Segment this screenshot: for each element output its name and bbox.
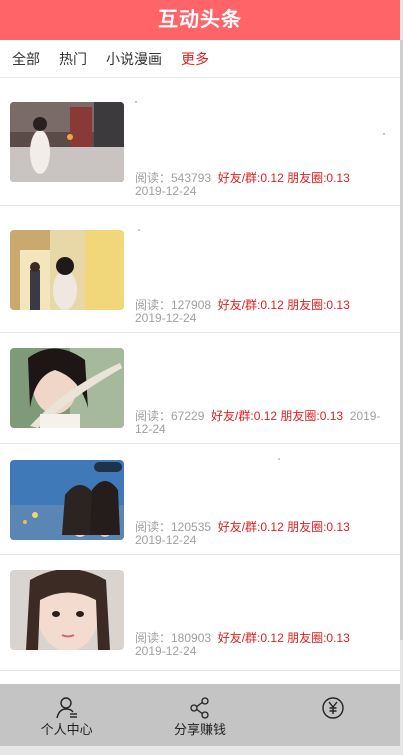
app-root: 互动头条 全部 热门 小说漫画 更多 阅读：543793 好友/群:0.12 朋… — [0, 0, 400, 755]
publish-date: 2019-12-24 — [135, 644, 197, 658]
list-item[interactable]: 阅读：120535 好友/群:0.12 朋友圈:0.13 2019-12-24 — [0, 444, 400, 555]
list-item[interactable]: 阅读：543793 好友/群:0.12 朋友圈:0.13 2019-12-24 — [0, 79, 400, 206]
nav-label-share: 分享赚钱 — [173, 722, 226, 737]
yuan-circle-icon — [321, 696, 345, 720]
read-count: 阅读：127908 — [135, 298, 212, 312]
read-count: 阅读：543793 — [135, 171, 212, 185]
article-meta: 阅读：67229 好友/群:0.12 朋友圈:0.13 2019-12-24 — [135, 410, 390, 436]
article-thumbnail[interactable] — [10, 570, 124, 650]
bottom-nav: 个人中心 分享赚钱 — [0, 684, 400, 746]
publish-date: 2019-12-24 — [135, 533, 197, 547]
nav-personal-center[interactable]: 个人中心 — [0, 684, 133, 746]
article-meta: 阅读：120535 好友/群:0.12 朋友圈:0.13 2019-12-24 — [135, 521, 360, 547]
article-thumbnail[interactable] — [10, 348, 124, 428]
bottom-strip — [0, 746, 400, 755]
nav-money[interactable] — [267, 684, 400, 746]
publish-date: 2019-12-24 — [135, 311, 197, 325]
category-tabs: 全部 热门 小说漫画 更多 — [0, 40, 400, 78]
nav-share-earn[interactable]: 分享赚钱 — [133, 684, 266, 746]
article-thumbnail[interactable] — [10, 460, 124, 540]
read-count: 阅读：67229 — [135, 409, 205, 423]
nav-label-personal: 个人中心 — [40, 722, 93, 737]
article-meta: 阅读：180903 好友/群:0.12 朋友圈:0.13 2019-12-24 — [135, 632, 360, 658]
share-reward: 好友/群:0.12 朋友圈:0.13 — [217, 520, 350, 534]
user-icon — [55, 696, 79, 720]
tab-hot[interactable]: 热门 — [59, 40, 87, 78]
article-thumbnail[interactable] — [10, 102, 124, 182]
tab-more[interactable]: 更多 — [181, 40, 209, 78]
tab-novel-comic[interactable]: 小说漫画 — [106, 40, 162, 78]
read-count: 阅读：120535 — [135, 520, 212, 534]
article-list: 阅读：543793 好友/群:0.12 朋友圈:0.13 2019-12-24 — [0, 79, 400, 671]
share-icon — [188, 696, 212, 720]
page-title: 互动头条 — [0, 0, 400, 40]
share-reward: 好友/群:0.12 朋友圈:0.13 — [211, 409, 344, 423]
article-meta: 阅读：543793 好友/群:0.12 朋友圈:0.13 2019-12-24 — [135, 172, 360, 198]
list-item[interactable]: 阅读：180903 好友/群:0.12 朋友圈:0.13 2019-12-24 — [0, 555, 400, 671]
read-count: 阅读：180903 — [135, 631, 212, 645]
share-reward: 好友/群:0.12 朋友圈:0.13 — [217, 298, 350, 312]
share-reward: 好友/群:0.12 朋友圈:0.13 — [217, 171, 350, 185]
list-item[interactable]: 阅读：67229 好友/群:0.12 朋友圈:0.13 2019-12-24 — [0, 333, 400, 444]
publish-date: 2019-12-24 — [135, 184, 197, 198]
share-reward: 好友/群:0.12 朋友圈:0.13 — [217, 631, 350, 645]
list-item[interactable]: 阅读：127908 好友/群:0.12 朋友圈:0.13 2019-12-24 — [0, 206, 400, 333]
tab-all[interactable]: 全部 — [12, 40, 40, 78]
article-thumbnail[interactable] — [10, 230, 124, 310]
article-meta: 阅读：127908 好友/群:0.12 朋友圈:0.13 2019-12-24 — [135, 299, 360, 325]
